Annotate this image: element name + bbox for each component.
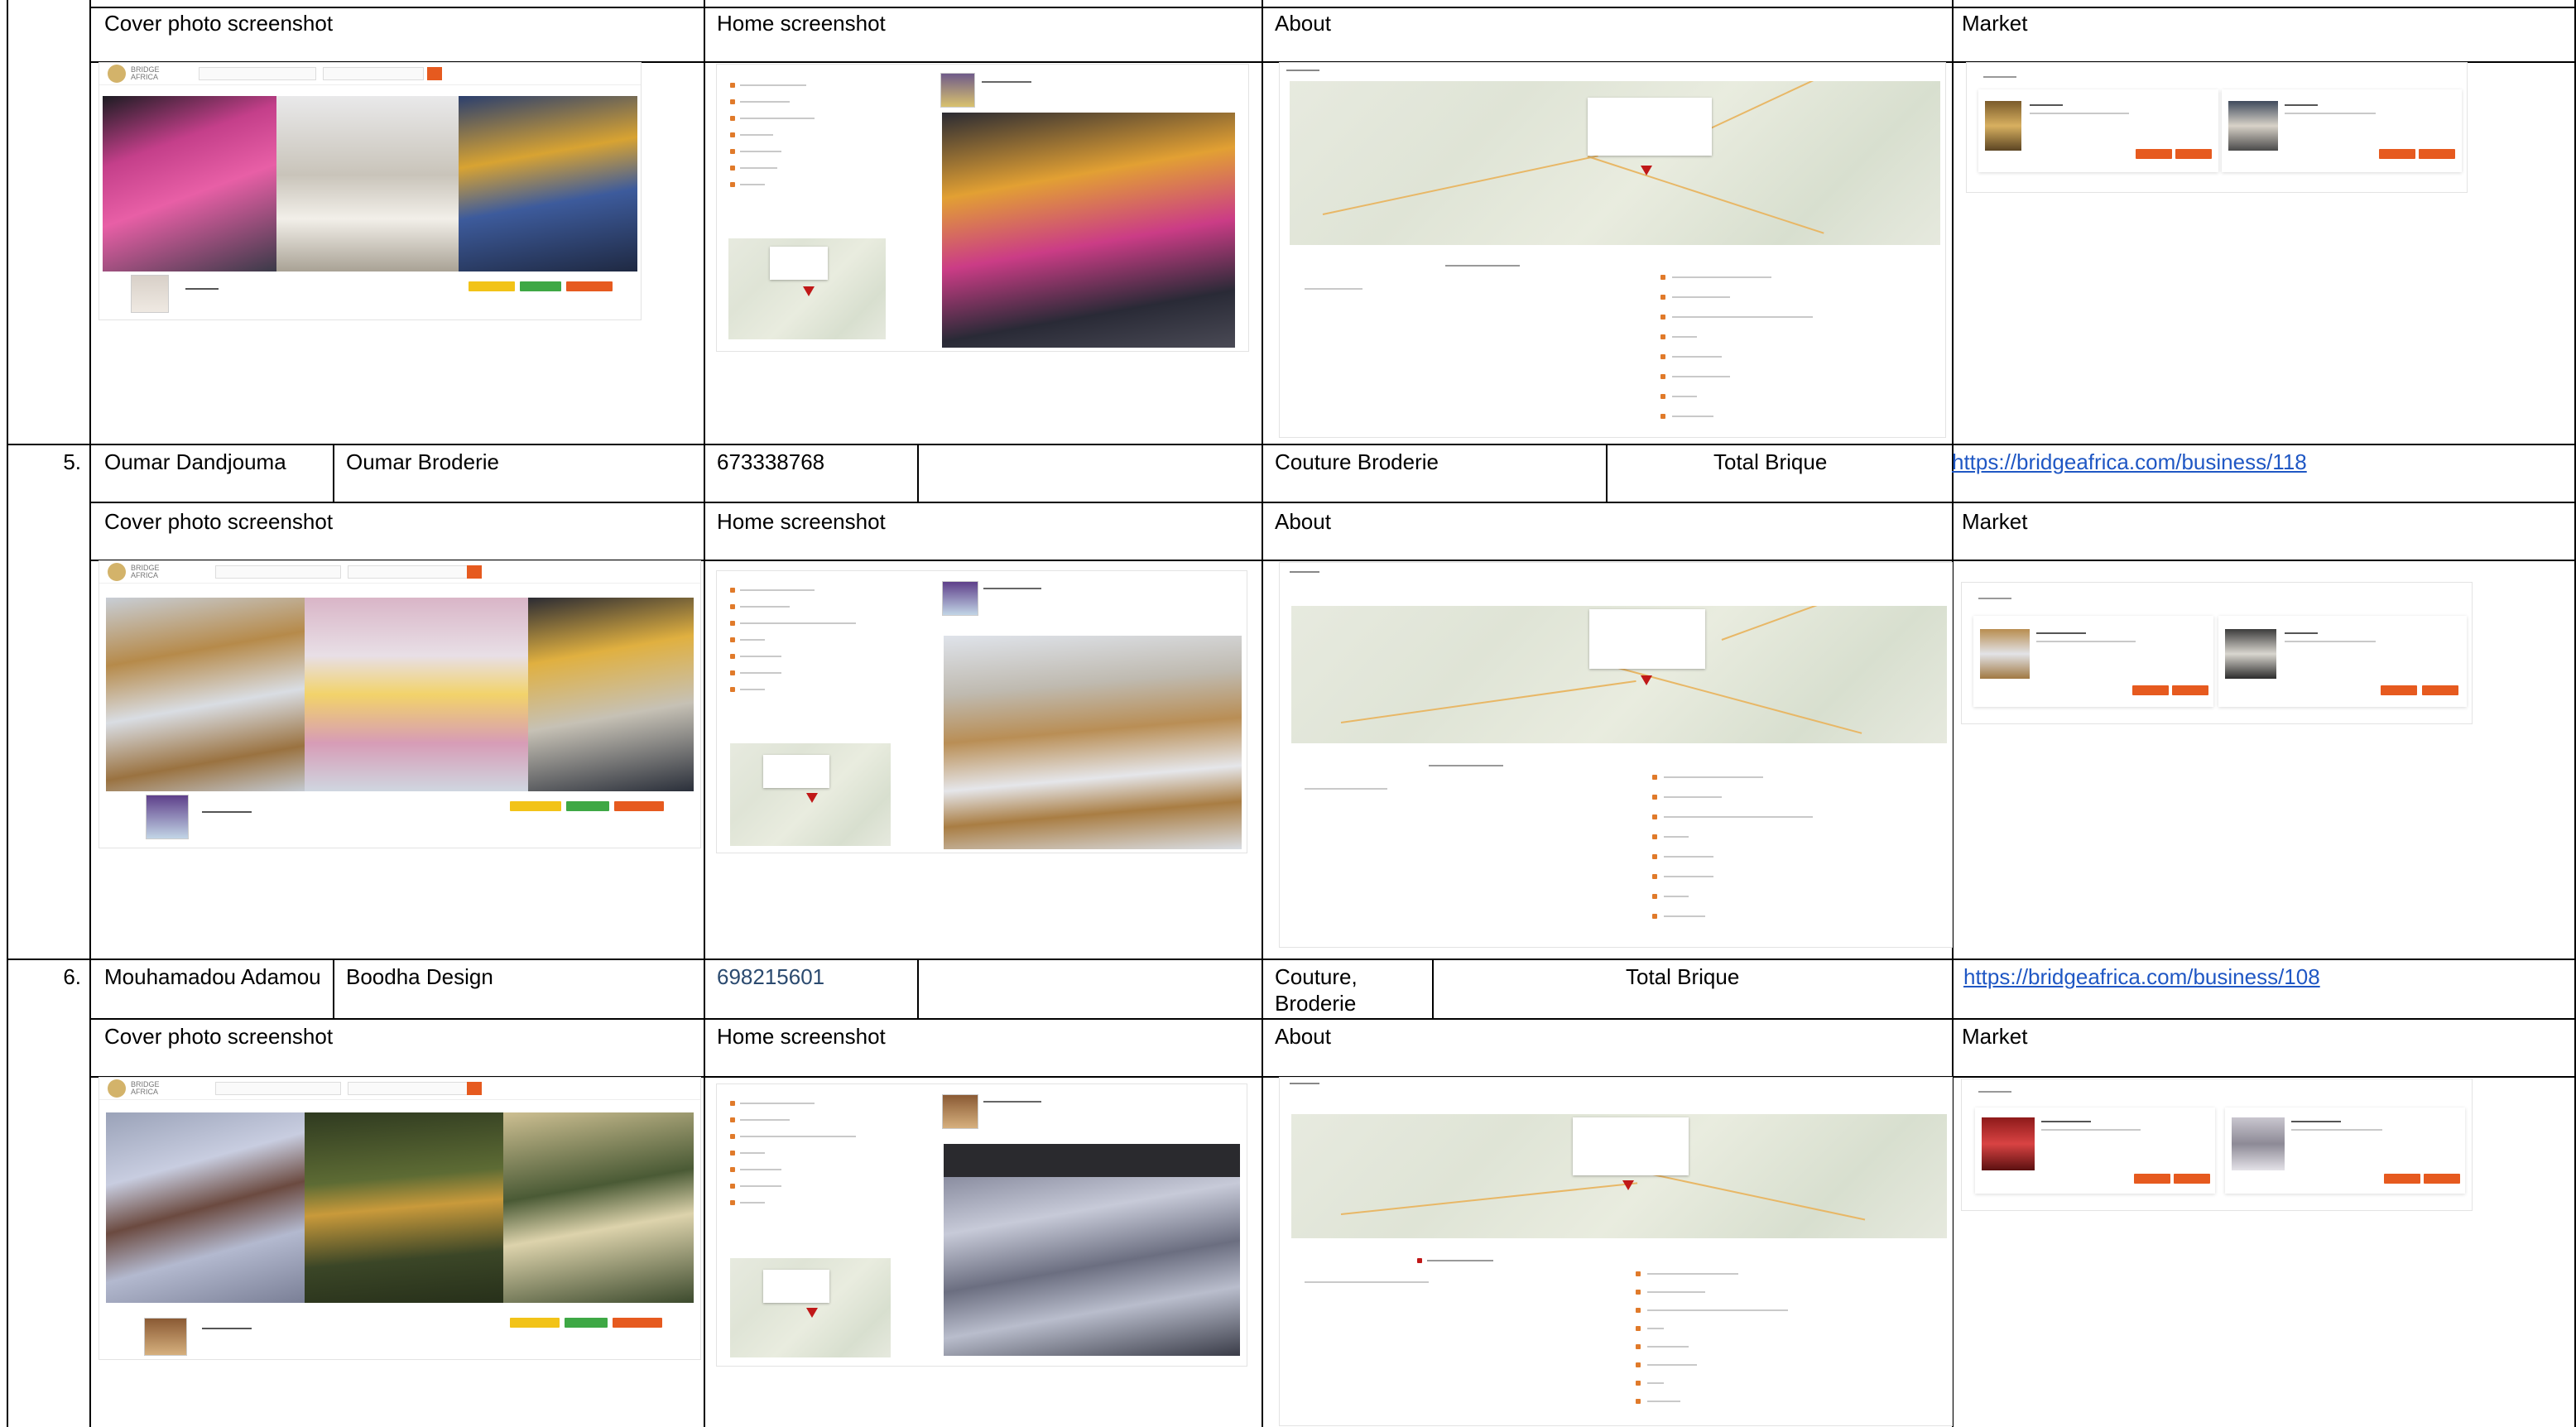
cover-header: Cover photo screenshot xyxy=(104,1024,334,1049)
market-header: Market xyxy=(1962,1024,2028,1049)
phone-number: 698215601 xyxy=(717,964,825,989)
about-screenshot-image xyxy=(1280,1078,1952,1425)
about-header: About xyxy=(1275,1024,1331,1049)
cover-header: Cover photo screenshot xyxy=(104,11,334,36)
phone-number: 673338768 xyxy=(717,449,825,474)
cover-screenshot-image: BRIDGE AFRICA xyxy=(99,561,700,848)
market-screenshot-image xyxy=(1962,583,2472,723)
owner-name: Mouhamadou Adamou xyxy=(104,964,321,989)
about-screenshot-image xyxy=(1280,63,1945,437)
home-screenshot-image xyxy=(717,65,1248,351)
package-name: Total Brique xyxy=(1713,449,1828,474)
business-category: Couture, Broderie xyxy=(1275,964,1358,1016)
cover-screenshot-image: BRIDGE AFRICA xyxy=(99,63,641,320)
business-link[interactable]: https://bridgeafrica.com/business/108 xyxy=(1963,963,2320,990)
market-screenshot-image xyxy=(1962,1079,2472,1210)
home-header: Home screenshot xyxy=(717,1024,886,1049)
about-header: About xyxy=(1275,11,1331,36)
cover-screenshot-image: BRIDGE AFRICA xyxy=(99,1078,700,1359)
home-header: Home screenshot xyxy=(717,509,886,534)
business-name: Boodha Design xyxy=(346,964,493,989)
owner-name: Oumar Dandjouma xyxy=(104,449,286,474)
row-number: 5. xyxy=(63,449,81,474)
cover-header: Cover photo screenshot xyxy=(104,509,334,534)
market-header: Market xyxy=(1962,509,2028,534)
about-header: About xyxy=(1275,509,1331,534)
package-name: Total Brique xyxy=(1626,964,1740,989)
business-link[interactable]: https://bridgeafrica.com/business/118 xyxy=(1952,449,2307,475)
row-number: 6. xyxy=(63,964,81,989)
about-screenshot-image xyxy=(1280,563,1952,947)
home-screenshot-image xyxy=(717,571,1247,853)
home-screenshot-image xyxy=(717,1084,1247,1366)
business-category: Couture Broderie xyxy=(1275,449,1439,474)
business-name: Oumar Broderie xyxy=(346,449,499,474)
market-header: Market xyxy=(1962,11,2028,36)
home-header: Home screenshot xyxy=(717,11,886,36)
market-screenshot-image xyxy=(1967,63,2467,192)
